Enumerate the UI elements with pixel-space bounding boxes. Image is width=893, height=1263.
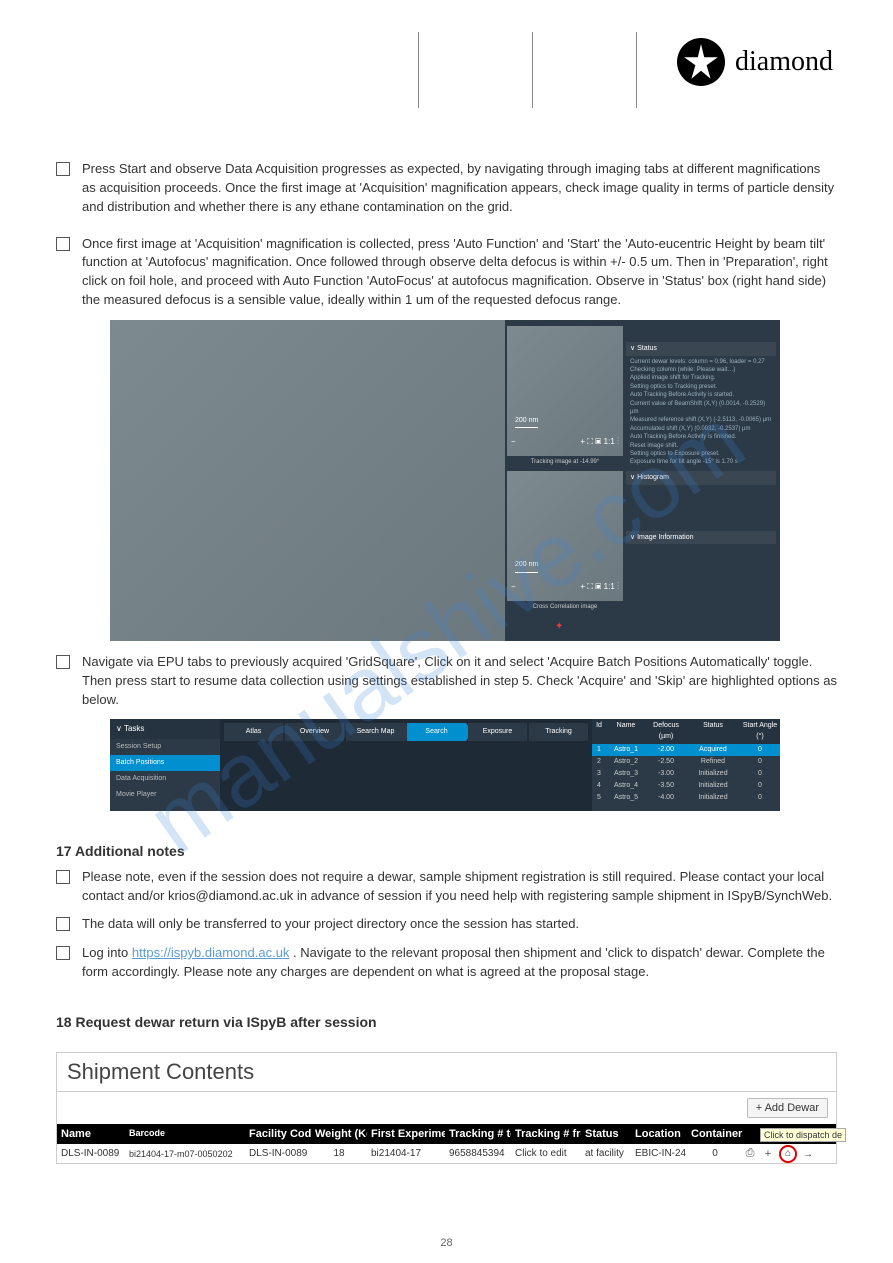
brand-logo: diamond	[677, 38, 833, 86]
tasks-panel: ∨ Tasks Session Setup Batch Positions Da…	[110, 719, 220, 811]
status-line: Current dewar levels: column = 0.96, loa…	[626, 358, 776, 366]
epu-autofocus-screenshot: 200 nm −+ ⛶ ▣ 1:1 ⋮ Tracking image at -1…	[110, 320, 780, 641]
tab-overview[interactable]: Overview	[285, 723, 344, 741]
checkbox-icon	[56, 655, 70, 669]
ispyb-link[interactable]: https://ispyb.diamond.ac.uk	[132, 945, 290, 960]
tasks-head[interactable]: ∨ Tasks	[110, 719, 220, 739]
transfer-icon[interactable]: →	[801, 1148, 815, 1160]
shipment-table-header: Name Barcode Facility Code Weight (Kg) F…	[57, 1124, 836, 1144]
table-row[interactable]: 3Astro_3-3.00Initialized0	[592, 768, 780, 780]
tab-searchmap[interactable]: Search Map	[346, 723, 405, 741]
checkbox-icon	[56, 237, 70, 251]
header-divider	[636, 32, 637, 108]
epu-batch-screenshot: ∨ Tasks Session Setup Batch Positions Da…	[110, 719, 780, 811]
logo-icon	[677, 38, 725, 86]
correlation-caption: Cross Correlation image	[507, 603, 623, 612]
tab-search[interactable]: Search	[407, 723, 466, 741]
header-divider	[532, 32, 533, 108]
status-line: Current value of BeamShift (X,Y) (0.0014…	[626, 400, 776, 417]
status-line: Exposure time for tilt angle -15° is 1.7…	[626, 458, 776, 466]
bullet-text: Please note, even if the session does no…	[82, 868, 837, 906]
tab-tracking[interactable]: Tracking	[529, 723, 588, 741]
tab-exposure[interactable]: Exposure	[468, 723, 527, 741]
add-dewar-button[interactable]: + Add Dewar	[747, 1098, 828, 1118]
checkbox-icon	[56, 946, 70, 960]
crosshair-icon: ✦	[555, 620, 563, 635]
main-micrograph	[110, 320, 505, 641]
page-number: 28	[440, 1237, 452, 1249]
checkbox-icon	[56, 870, 70, 884]
status-line: Auto Tracking Before Activity is started…	[626, 391, 776, 399]
task-item[interactable]: Movie Player	[110, 787, 220, 803]
shipment-title: Shipment Contents	[57, 1053, 836, 1092]
status-line: Auto Tracking Before Activity is finishe…	[626, 433, 776, 441]
table-row[interactable]: 4Astro_4-3.50Initialized0	[592, 780, 780, 792]
document-body: Press Start and observe Data Acquisition…	[0, 110, 893, 1032]
scale-bar: 200 nm	[515, 560, 538, 572]
page-header: diamond	[0, 0, 893, 110]
bullet-text: Press Start and observe Data Acquisition…	[82, 160, 837, 217]
shipment-panel: Shipment Contents + Add Dewar Name Barco…	[56, 1052, 837, 1164]
status-line: Setting optics to Exposure preset.	[626, 450, 776, 458]
tracking-caption: Tracking image at -14.99°	[507, 458, 623, 467]
table-row[interactable]: 5Astro_5-4.00Initialized0	[592, 792, 780, 804]
status-line: Checking column (while: Please wait…)	[626, 366, 776, 374]
shipment-row[interactable]: Click to dispatch de DLS-IN-0089 bi21404…	[57, 1144, 836, 1163]
tabs-panel: Atlas Overview Search Map Search Exposur…	[220, 719, 592, 741]
checkbox-icon	[56, 917, 70, 931]
print-icon[interactable]: ⎙	[743, 1147, 757, 1160]
histogram-head[interactable]: ∨ Histogram	[626, 471, 776, 485]
status-line: Accumulated shift (X,Y) (0.0032, -0.2537…	[626, 425, 776, 433]
positions-table: Id Name Defocus (µm) Status Start Angle …	[592, 719, 780, 811]
status-line: Setting optics to Tracking preset.	[626, 383, 776, 391]
scale-bar: 200 nm	[515, 416, 538, 428]
task-item[interactable]: Data Acquisition	[110, 771, 220, 787]
plus-icon[interactable]: +	[761, 1148, 775, 1160]
correlation-thumbnail: 200 nm −+ ⛶ ▣ 1:1 ⋮	[507, 471, 623, 601]
task-item[interactable]: Session Setup	[110, 739, 220, 755]
thumb-toolbar[interactable]: −+ ⛶ ▣ 1:1 ⋮	[511, 581, 619, 593]
table-row[interactable]: 2Astro_2-2.50Refined0	[592, 756, 780, 768]
header-divider	[418, 32, 419, 108]
bullet-text: The data will only be transferred to you…	[82, 915, 837, 934]
tab-atlas[interactable]: Atlas	[224, 723, 283, 741]
bullet-text: Once first image at 'Acquisition' magnif…	[82, 235, 837, 310]
section-heading: 17 Additional notes	[56, 841, 837, 861]
imageinfo-head[interactable]: ∨ Image Information	[626, 531, 776, 545]
table-header: Id Name Defocus (µm) Status Start Angle …	[592, 719, 780, 743]
table-row[interactable]: 1Astro_1-2.00Acquired0	[592, 744, 780, 756]
status-panel: ∨ Status Current dewar levels: column = …	[626, 338, 776, 546]
bullet-text: Navigate via EPU tabs to previously acqu…	[82, 653, 837, 710]
dispatch-home-icon[interactable]: ⌂	[779, 1145, 797, 1163]
section-heading: 18 Request dewar return via ISpyB after …	[56, 1012, 837, 1032]
brand-name: diamond	[735, 46, 833, 78]
status-head[interactable]: ∨ Status	[626, 342, 776, 356]
tracking-thumbnail: 200 nm −+ ⛶ ▣ 1:1 ⋮	[507, 326, 623, 456]
task-item[interactable]: Batch Positions	[110, 755, 220, 771]
status-line: Reset image shift.	[626, 442, 776, 450]
bullet-text: Log into https://ispyb.diamond.ac.uk . N…	[82, 944, 837, 982]
status-line: Applied image shift for Tracking.	[626, 374, 776, 382]
status-line: Measured reference shift (X,Y) (-2.5113,…	[626, 416, 776, 424]
dispatch-tooltip: Click to dispatch de	[760, 1128, 846, 1142]
thumb-toolbar[interactable]: −+ ⛶ ▣ 1:1 ⋮	[511, 436, 619, 448]
checkbox-icon	[56, 162, 70, 176]
